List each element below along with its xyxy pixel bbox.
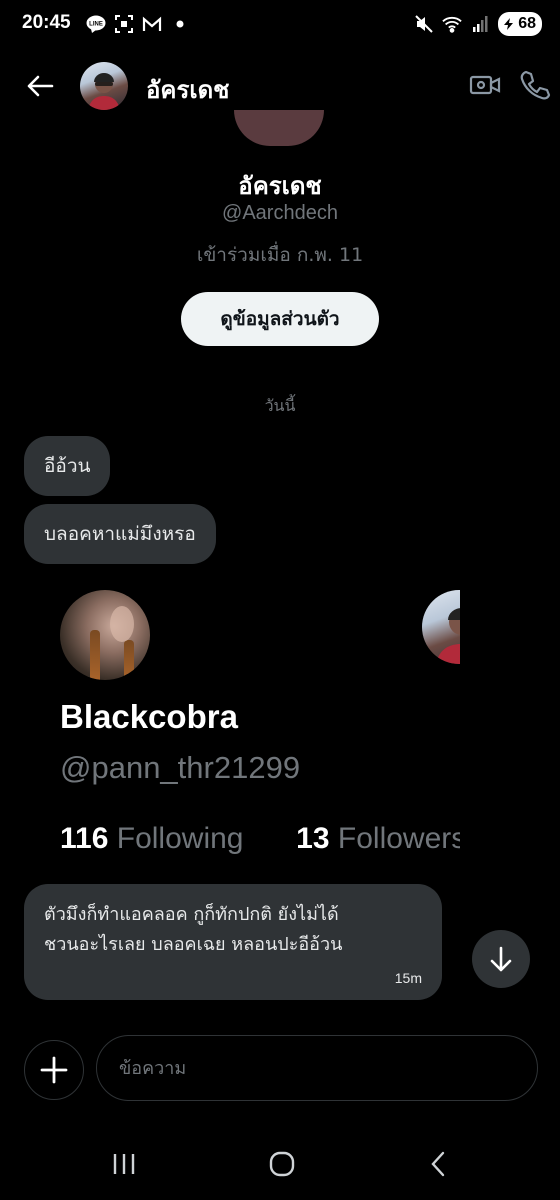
card-avatar: [60, 590, 150, 680]
card-display-name: Blackcobra: [60, 698, 238, 735]
voice-call-button[interactable]: [518, 68, 552, 102]
message-bubble[interactable]: บลอคหาแม่มึงหรอ: [24, 504, 216, 564]
home-button[interactable]: [262, 1144, 302, 1184]
add-attachment-button[interactable]: [24, 1040, 84, 1100]
back-button[interactable]: [22, 68, 58, 104]
line-icon: LINE: [86, 14, 106, 34]
profile-avatar: [234, 110, 324, 146]
back-nav-button[interactable]: [418, 1144, 458, 1184]
message-text: อีอ้วน: [44, 455, 91, 477]
wifi-icon: [442, 14, 462, 34]
card-secondary-avatar: [422, 590, 460, 664]
plus-icon: [40, 1056, 68, 1084]
mute-icon: [414, 14, 434, 34]
profile-joined-date: เข้าร่วมเมื่อ ก.พ. 11: [196, 244, 364, 266]
back-arrow-icon: [27, 75, 54, 97]
shared-profile-card[interactable]: Blackcobra @pann_thr21299 116 Following …: [40, 584, 460, 874]
message-text: บลอคหาแม่มึงหรอ: [44, 523, 196, 545]
phone-icon: [520, 70, 551, 100]
svg-text:LINE: LINE: [89, 22, 103, 28]
message-text-line: ตัวมึงก็ทำแอคลอค กูก็ทักปกติ ยังไม่ได้: [44, 904, 339, 925]
profile-name: อัครเดช: [238, 172, 322, 200]
arrow-down-icon: [490, 946, 512, 972]
home-icon: [269, 1151, 295, 1177]
following-count: 116: [60, 822, 109, 855]
dot-icon: [170, 14, 190, 34]
message-text-line: ชวนอะไรเลย บลอคเฉย หลอนปะอีอ้วน: [44, 934, 343, 955]
status-time: 20:45: [22, 12, 71, 33]
system-nav-bar: [0, 1126, 560, 1200]
screenshot-icon: [114, 14, 134, 34]
view-profile-button[interactable]: ดูข้อมูลส่วนตัว: [181, 292, 379, 346]
profile-handle: @Aarchdech: [222, 202, 338, 224]
card-handle: @pann_thr21299: [60, 750, 301, 785]
message-bubble[interactable]: ตัวมึงก็ทำแอคลอค กูก็ทักปกติ ยังไม่ได้ ช…: [24, 884, 442, 1000]
followers-count: 13: [296, 822, 330, 855]
following-label: Following: [116, 822, 244, 855]
gmail-icon: [142, 14, 162, 34]
followers-label: Followers: [337, 822, 460, 855]
chevron-left-icon: [431, 1151, 445, 1177]
header-avatar[interactable]: [80, 62, 128, 110]
recent-apps-button[interactable]: [104, 1144, 144, 1184]
message-input[interactable]: [96, 1035, 538, 1101]
scroll-to-bottom-button[interactable]: [472, 930, 530, 988]
message-bubble[interactable]: อีอ้วน: [24, 436, 111, 496]
status-bar: 20:45 LINE 68: [0, 0, 560, 52]
recents-icon: [113, 1154, 135, 1174]
date-divider: วันนี้: [264, 396, 296, 415]
conversation-header: อัครเดช: [0, 56, 560, 116]
signal-icon: [470, 14, 490, 34]
status-notification-icons: LINE: [86, 14, 190, 34]
message-timestamp: 15m: [394, 970, 422, 986]
card-stats: 116 Following 13 Followers: [60, 822, 460, 856]
video-call-icon: [469, 75, 501, 95]
status-system-icons: 68: [414, 12, 542, 36]
battery-icon: 68: [498, 12, 542, 36]
battery-level: 68: [518, 15, 536, 32]
header-name[interactable]: อัครเดช: [146, 70, 229, 109]
video-call-button[interactable]: [468, 68, 502, 102]
